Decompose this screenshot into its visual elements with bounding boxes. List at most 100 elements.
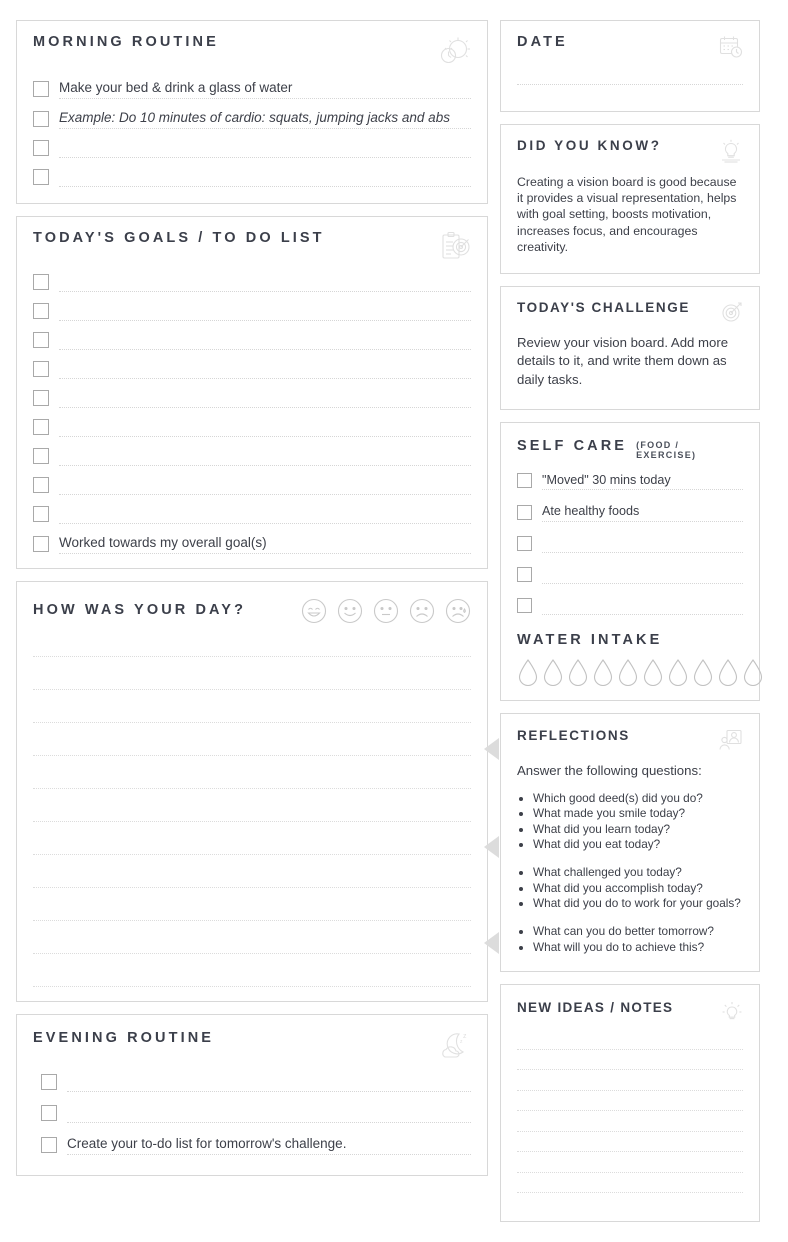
checklist-row[interactable]: Example: Do 10 minutes of cardio: squats… xyxy=(33,110,471,129)
write-line[interactable]: "Moved" 30 mins today xyxy=(542,473,743,491)
mood-neutral-icon[interactable] xyxy=(373,598,399,624)
checkbox[interactable] xyxy=(33,110,49,127)
checklist-row[interactable] xyxy=(33,476,471,495)
checkbox[interactable] xyxy=(517,598,532,614)
checkbox[interactable] xyxy=(517,505,532,521)
mood-sad-icon[interactable] xyxy=(409,598,435,624)
write-line[interactable] xyxy=(59,141,471,158)
write-line[interactable] xyxy=(59,275,471,292)
checkbox[interactable] xyxy=(33,360,49,377)
write-line[interactable]: Create your to-do list for tomorrow's ch… xyxy=(67,1136,471,1155)
checklist-row[interactable] xyxy=(41,1104,471,1123)
checklist-row[interactable]: Create your to-do list for tomorrow's ch… xyxy=(41,1136,471,1155)
water-drop-icon[interactable] xyxy=(517,658,539,687)
checklist-row[interactable] xyxy=(33,168,471,187)
write-line[interactable] xyxy=(59,420,471,437)
checklist-row[interactable] xyxy=(33,389,471,408)
water-drop-icon[interactable] xyxy=(567,658,589,687)
write-line[interactable] xyxy=(33,853,471,855)
notes-writing-lines[interactable] xyxy=(517,1039,743,1207)
checklist-row[interactable] xyxy=(33,447,471,466)
checkbox[interactable] xyxy=(33,168,49,185)
write-line[interactable] xyxy=(33,985,471,987)
write-line[interactable] xyxy=(33,787,471,789)
write-line[interactable] xyxy=(517,1048,743,1050)
checkbox[interactable] xyxy=(517,536,532,552)
write-line[interactable] xyxy=(517,1130,743,1132)
water-drop-icon[interactable] xyxy=(642,658,664,687)
checklist-row[interactable]: "Moved" 30 mins today xyxy=(517,473,743,491)
mood-selector[interactable] xyxy=(301,598,471,624)
checkbox[interactable] xyxy=(33,476,49,493)
write-line[interactable] xyxy=(33,952,471,954)
write-line[interactable] xyxy=(542,598,743,616)
write-line[interactable] xyxy=(67,1106,471,1123)
write-line[interactable] xyxy=(33,919,471,921)
checklist-row[interactable] xyxy=(41,1073,471,1092)
write-line[interactable] xyxy=(517,1151,743,1153)
write-line[interactable] xyxy=(517,1192,743,1194)
checkbox[interactable] xyxy=(33,447,49,464)
write-line[interactable] xyxy=(59,362,471,379)
water-intake-tracker[interactable] xyxy=(517,658,763,687)
write-line[interactable] xyxy=(542,567,743,585)
water-drop-icon[interactable] xyxy=(542,658,564,687)
checkbox[interactable] xyxy=(33,505,49,522)
write-line[interactable] xyxy=(59,170,471,187)
day-writing-lines[interactable] xyxy=(33,634,471,987)
write-line[interactable] xyxy=(542,536,743,554)
checklist-row[interactable] xyxy=(33,302,471,321)
checkbox[interactable] xyxy=(33,273,49,290)
write-line[interactable] xyxy=(59,333,471,350)
checklist-row[interactable]: Worked towards my overall goal(s) xyxy=(33,535,471,554)
checklist-row[interactable] xyxy=(33,273,471,292)
checkbox[interactable] xyxy=(33,302,49,319)
write-line[interactable]: Ate healthy foods xyxy=(542,504,743,523)
write-line[interactable] xyxy=(517,1069,743,1071)
checklist-row[interactable] xyxy=(33,505,471,524)
checklist-row[interactable] xyxy=(517,536,743,554)
water-drop-icon[interactable] xyxy=(717,658,739,687)
checkbox[interactable] xyxy=(517,473,532,489)
checkbox[interactable] xyxy=(41,1073,57,1090)
checklist-row[interactable] xyxy=(33,418,471,437)
water-drop-icon[interactable] xyxy=(742,658,764,687)
write-line[interactable] xyxy=(33,688,471,690)
write-line[interactable] xyxy=(33,886,471,888)
mood-crying-icon[interactable] xyxy=(445,598,471,624)
mood-very-happy-icon[interactable] xyxy=(301,598,327,624)
write-line[interactable] xyxy=(517,1110,743,1112)
checkbox[interactable] xyxy=(33,389,49,406)
water-drop-icon[interactable] xyxy=(667,658,689,687)
checkbox[interactable] xyxy=(33,139,49,156)
checkbox[interactable] xyxy=(41,1136,57,1153)
mood-happy-icon[interactable] xyxy=(337,598,363,624)
write-line[interactable] xyxy=(33,655,471,657)
write-line[interactable] xyxy=(33,820,471,822)
write-line[interactable] xyxy=(33,721,471,723)
checklist-row[interactable] xyxy=(33,139,471,158)
checklist-row[interactable] xyxy=(517,598,743,616)
checklist-row[interactable]: Make your bed & drink a glass of water xyxy=(33,80,471,99)
checkbox[interactable] xyxy=(33,331,49,348)
checkbox[interactable] xyxy=(33,418,49,435)
write-line[interactable] xyxy=(59,449,471,466)
checkbox[interactable] xyxy=(41,1104,57,1121)
water-drop-icon[interactable] xyxy=(592,658,614,687)
write-line[interactable] xyxy=(517,1171,743,1173)
water-drop-icon[interactable] xyxy=(617,658,639,687)
checklist-row[interactable] xyxy=(33,360,471,379)
write-line[interactable] xyxy=(59,478,471,495)
write-line[interactable]: Make your bed & drink a glass of water xyxy=(59,80,471,99)
write-line[interactable] xyxy=(59,391,471,408)
write-line[interactable] xyxy=(67,1075,471,1092)
checkbox[interactable] xyxy=(33,535,49,552)
write-line[interactable] xyxy=(59,507,471,524)
checklist-row[interactable]: Ate healthy foods xyxy=(517,504,743,523)
write-line[interactable] xyxy=(33,754,471,756)
checklist-row[interactable] xyxy=(517,567,743,585)
date-input[interactable] xyxy=(517,84,743,85)
write-line[interactable] xyxy=(59,304,471,321)
checkbox[interactable] xyxy=(33,80,49,97)
write-line[interactable]: Worked towards my overall goal(s) xyxy=(59,535,471,554)
